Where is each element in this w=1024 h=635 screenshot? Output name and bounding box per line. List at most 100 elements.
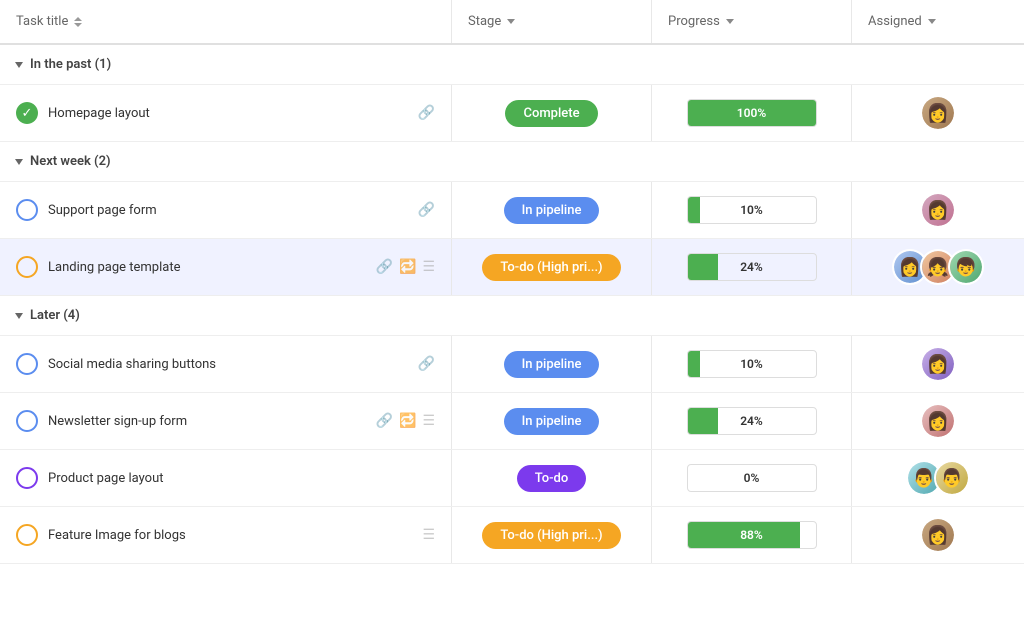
header-assigned[interactable]: Assigned	[852, 0, 1024, 43]
group-chevron-icon	[15, 159, 23, 165]
group-header-later[interactable]: Later (4)	[0, 296, 1024, 336]
table-row[interactable]: Social media sharing buttons 🔗 In pipeli…	[0, 336, 1024, 393]
stage-badge: In pipeline	[504, 408, 600, 435]
header-task-title[interactable]: Task title	[0, 0, 452, 43]
progress-label: 88%	[688, 528, 816, 542]
table-row[interactable]: ✓ Homepage layout 🔗 Complete 100% 👩	[0, 85, 1024, 142]
task-status-icon	[16, 524, 38, 546]
task-action-icons: 🔗	[418, 202, 435, 218]
group-header-past[interactable]: In the past (1)	[0, 45, 1024, 85]
assigned-filter-icon	[928, 19, 936, 24]
avatar-group: 👩	[920, 192, 956, 228]
subtask-icon[interactable]: ☰	[422, 259, 435, 275]
task-action-icons: 🔗	[418, 356, 435, 372]
repeat-icon[interactable]: 🔁	[399, 413, 416, 429]
assigned-cell: 👩 👧 👦	[852, 239, 1024, 295]
assigned-cell: 👩	[852, 393, 1024, 449]
header-progress[interactable]: Progress	[652, 0, 852, 43]
sort-down-icon	[74, 23, 82, 27]
avatar-group: 👩 👧 👦	[892, 249, 984, 285]
attach-icon[interactable]: 🔗	[418, 202, 435, 218]
table-row[interactable]: Newsletter sign-up form 🔗🔁☰ In pipeline …	[0, 393, 1024, 450]
stage-cell: Complete	[452, 85, 652, 141]
sort-up-icon	[74, 17, 82, 21]
stage-badge: In pipeline	[504, 197, 600, 224]
task-table: Task title Stage Progress Assigned In th…	[0, 0, 1024, 564]
avatar: 👩	[920, 403, 956, 439]
table-row[interactable]: Feature Image for blogs ☰ To-do (High pr…	[0, 507, 1024, 564]
repeat-icon[interactable]: 🔁	[399, 259, 416, 275]
subtask-icon[interactable]: ☰	[422, 413, 435, 429]
assigned-cell: 👩	[852, 182, 1024, 238]
assigned-cell: 👩	[852, 85, 1024, 141]
task-title-cell: Support page form 🔗	[0, 182, 452, 238]
progress-cell: 24%	[652, 393, 852, 449]
task-action-icons: 🔗	[418, 105, 435, 121]
group-chevron-icon	[15, 62, 23, 68]
progress-label: 100%	[688, 106, 816, 120]
attach-icon[interactable]: 🔗	[418, 356, 435, 372]
group-label: In the past (1)	[30, 57, 111, 72]
assigned-cell: 👩	[852, 336, 1024, 392]
task-title-cell: Social media sharing buttons 🔗	[0, 336, 452, 392]
task-title-cell: Newsletter sign-up form 🔗 🔁 ☰	[0, 393, 452, 449]
groups-container: In the past (1) ✓ Homepage layout 🔗 Comp…	[0, 45, 1024, 564]
group-chevron-icon	[15, 313, 23, 319]
avatar-group: 👩	[920, 346, 956, 382]
header-stage[interactable]: Stage	[452, 0, 652, 43]
header-task-title-label: Task title	[16, 14, 68, 29]
progress-cell: 10%	[652, 336, 852, 392]
avatar-group: 👨 👨	[906, 460, 970, 496]
progress-label: 24%	[688, 414, 816, 428]
avatar: 👩	[920, 517, 956, 553]
group-label: Later (4)	[30, 308, 80, 323]
progress-bar: 0%	[687, 464, 817, 492]
stage-badge: Complete	[505, 100, 597, 127]
attach-icon[interactable]: 🔗	[376, 259, 393, 275]
progress-bar: 10%	[687, 196, 817, 224]
avatar: 👩	[920, 95, 956, 131]
avatar: 👩	[920, 346, 956, 382]
progress-bar: 88%	[687, 521, 817, 549]
assigned-cell: 👨 👨	[852, 450, 1024, 506]
progress-bar: 24%	[687, 253, 817, 281]
task-title-sort-icon[interactable]	[74, 17, 82, 27]
table-header: Task title Stage Progress Assigned	[0, 0, 1024, 45]
progress-cell: 24%	[652, 239, 852, 295]
task-status-icon	[16, 467, 38, 489]
table-row[interactable]: Landing page template 🔗🔁☰ To-do (High pr…	[0, 239, 1024, 296]
avatar: 👦	[948, 249, 984, 285]
task-title-cell: Product page layout	[0, 450, 452, 506]
progress-bar: 24%	[687, 407, 817, 435]
task-name: Homepage layout	[48, 106, 408, 121]
table-row[interactable]: Support page form 🔗 In pipeline 10% 👩	[0, 182, 1024, 239]
stage-cell: To-do	[452, 450, 652, 506]
stage-cell: To-do (High pri...)	[452, 507, 652, 563]
attach-icon[interactable]: 🔗	[418, 105, 435, 121]
stage-cell: To-do (High pri...)	[452, 239, 652, 295]
subtask-icon[interactable]: ☰	[422, 527, 435, 543]
table-row[interactable]: Product page layout To-do 0% 👨	[0, 450, 1024, 507]
progress-cell: 10%	[652, 182, 852, 238]
task-name: Support page form	[48, 203, 408, 218]
task-action-icons: 🔗 🔁 ☰	[376, 259, 435, 275]
group-header-nextweek[interactable]: Next week (2)	[0, 142, 1024, 182]
stage-cell: In pipeline	[452, 336, 652, 392]
stage-badge: To-do	[517, 465, 587, 492]
task-status-icon	[16, 353, 38, 375]
stage-filter-icon	[507, 19, 515, 24]
avatar-group: 👩	[920, 95, 956, 131]
task-name: Product page layout	[48, 471, 425, 486]
task-name: Newsletter sign-up form	[48, 414, 366, 429]
assigned-cell: 👩	[852, 507, 1024, 563]
stage-cell: In pipeline	[452, 182, 652, 238]
task-status-icon	[16, 410, 38, 432]
progress-bar: 10%	[687, 350, 817, 378]
attach-icon[interactable]: 🔗	[376, 413, 393, 429]
stage-cell: In pipeline	[452, 393, 652, 449]
progress-label: 10%	[688, 357, 816, 371]
stage-badge: To-do (High pri...)	[482, 522, 620, 549]
group-label: Next week (2)	[30, 154, 111, 169]
progress-cell: 100%	[652, 85, 852, 141]
progress-label: 0%	[688, 471, 816, 485]
